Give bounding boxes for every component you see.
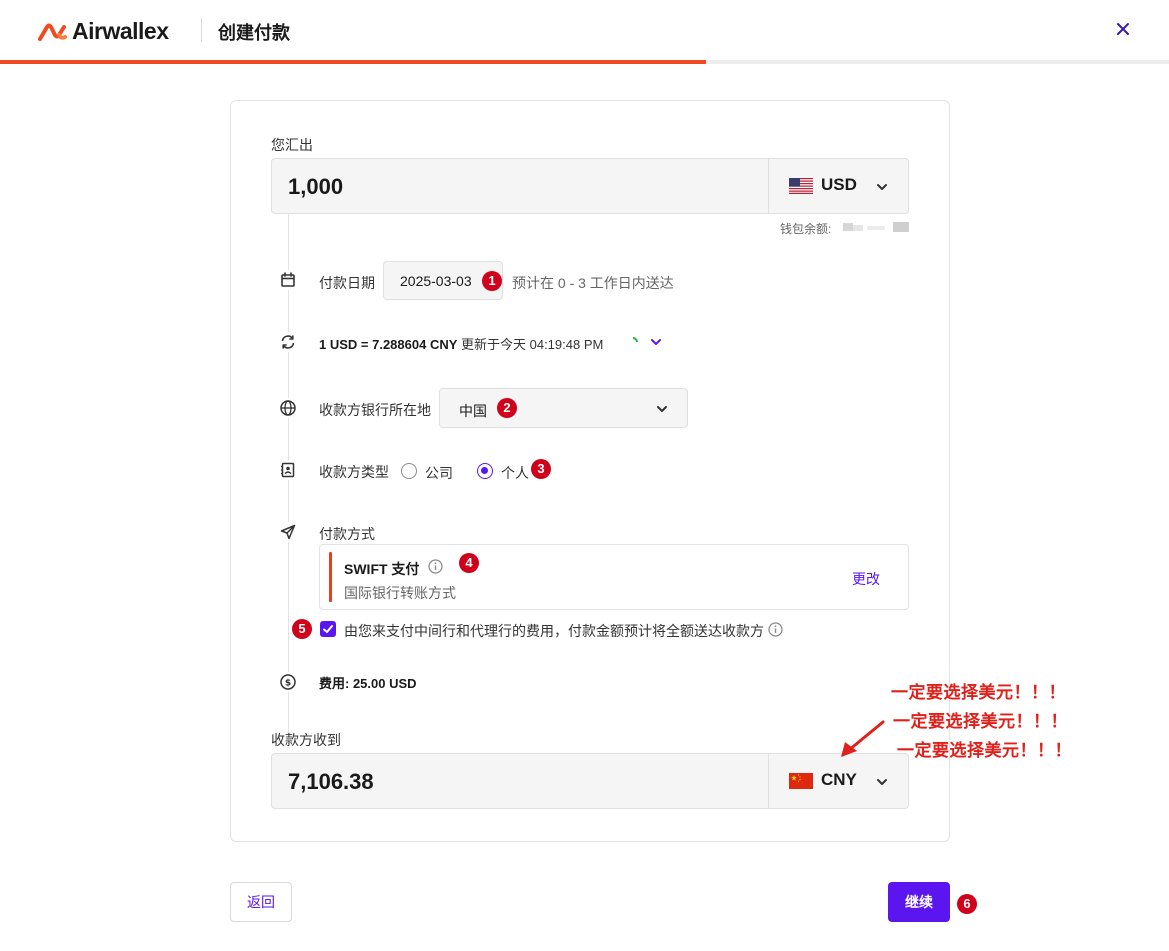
dollar-coin-icon: $ (278, 672, 298, 692)
refresh-icon (278, 332, 298, 352)
exchange-rate-value: 1 USD = 7.288604 CNY (319, 337, 458, 352)
pay-fees-checkbox[interactable] (320, 621, 336, 637)
svg-text:$: $ (285, 679, 291, 689)
recipient-type-individual-radio[interactable] (477, 463, 493, 479)
bank-country-select[interactable]: 中国 (439, 388, 688, 428)
receive-currency-code: CNY (821, 770, 857, 789)
chevron-down-icon (877, 184, 887, 190)
page-title: 创建付款 (218, 23, 290, 43)
close-button[interactable] (1112, 18, 1134, 40)
calendar-icon (278, 270, 298, 290)
top-bar: Airwallex 创建付款 (0, 0, 1169, 60)
rate-refresh-timer-icon (632, 337, 638, 343)
annotation-note: 一定要选择美元！！！ (893, 712, 1068, 731)
contact-card-icon (278, 460, 298, 480)
receive-amount-value[interactable]: 7,106.38 (288, 769, 374, 795)
payment-date-label: 付款日期 (319, 275, 375, 291)
close-icon (1117, 23, 1129, 35)
send-plane-icon (278, 522, 298, 542)
recipient-type-individual-label[interactable]: 个人 (501, 463, 529, 483)
receive-label: 收款方收到 (271, 732, 341, 748)
annotation-badge-1: 1 (482, 271, 502, 291)
chevron-down-icon (877, 779, 887, 785)
change-payment-method-link[interactable]: 更改 (852, 569, 880, 589)
payment-method-subtitle: 国际银行转账方式 (344, 585, 456, 601)
payment-method-label: 付款方式 (319, 526, 375, 542)
annotation-badge-4: 4 (459, 553, 479, 573)
annotation-badge-6: 6 (957, 894, 977, 914)
receive-currency-select[interactable]: CNY (768, 754, 908, 808)
annotation-arrow-icon (841, 720, 885, 757)
progress-bar (0, 60, 1169, 64)
exchange-rate-updated: 更新于今天 04:19:48 PM (457, 337, 604, 352)
send-amount-field[interactable]: 1,000 USD (271, 158, 909, 214)
info-icon[interactable] (428, 559, 443, 574)
payment-date-value: 2025-03-03 (400, 273, 472, 289)
recipient-type-company-label[interactable]: 公司 (425, 463, 453, 483)
continue-button[interactable]: 继续 (888, 882, 950, 922)
annotation-badge-2: 2 (497, 398, 517, 418)
header-divider (201, 18, 202, 42)
info-icon[interactable] (768, 622, 783, 637)
exchange-rate-text: 1 USD = 7.288604 CNY 更新于今天 04:19:48 PM (319, 334, 603, 353)
bank-location-label: 收款方银行所在地 (319, 402, 431, 418)
fee-amount: 费用: 25.00 USD (319, 676, 417, 691)
send-label: 您汇出 (271, 137, 313, 153)
rate-details-chevron-icon[interactable] (649, 335, 663, 349)
airwallex-logo[interactable]: Airwallex (38, 18, 169, 45)
airwallex-logo-icon (38, 23, 67, 41)
annotation-badge-5: 5 (292, 619, 312, 639)
logo-text: Airwallex (72, 18, 169, 44)
recipient-type-company-radio[interactable] (401, 463, 417, 479)
send-currency-select[interactable]: USD (768, 159, 908, 213)
checkmark-icon (323, 625, 333, 633)
annotation-note: 一定要选择美元！！！ (891, 683, 1066, 702)
payment-method-card: SWIFT 支付 国际银行转账方式 更改 (319, 544, 909, 610)
back-button[interactable]: 返回 (230, 882, 292, 922)
payment-method-accent-bar (329, 552, 332, 602)
annotation-note: 一定要选择美元！！！ (897, 741, 1072, 760)
receive-amount-field[interactable]: 7,106.38 CNY (271, 753, 909, 809)
cn-flag-icon (789, 773, 813, 789)
globe-icon (278, 398, 298, 418)
send-currency-code: USD (821, 175, 857, 194)
us-flag-icon (789, 178, 813, 194)
wallet-balance-label: 钱包余额: (780, 222, 832, 236)
delivery-estimate: 预计在 0 - 3 工作日内送达 (512, 275, 674, 291)
payment-method-title: SWIFT 支付 (344, 561, 420, 577)
annotation-badge-3: 3 (531, 459, 551, 479)
wallet-balance-masked (843, 222, 909, 232)
send-amount-value[interactable]: 1,000 (288, 174, 343, 200)
pay-fees-label[interactable]: 由您来支付中间行和代理行的费用，付款金额预计将全额送达收款方 (344, 621, 764, 641)
bank-country-value: 中国 (459, 403, 487, 419)
recipient-type-label: 收款方类型 (319, 464, 389, 480)
chevron-down-icon (657, 406, 667, 412)
progress-bar-fill (0, 60, 707, 64)
